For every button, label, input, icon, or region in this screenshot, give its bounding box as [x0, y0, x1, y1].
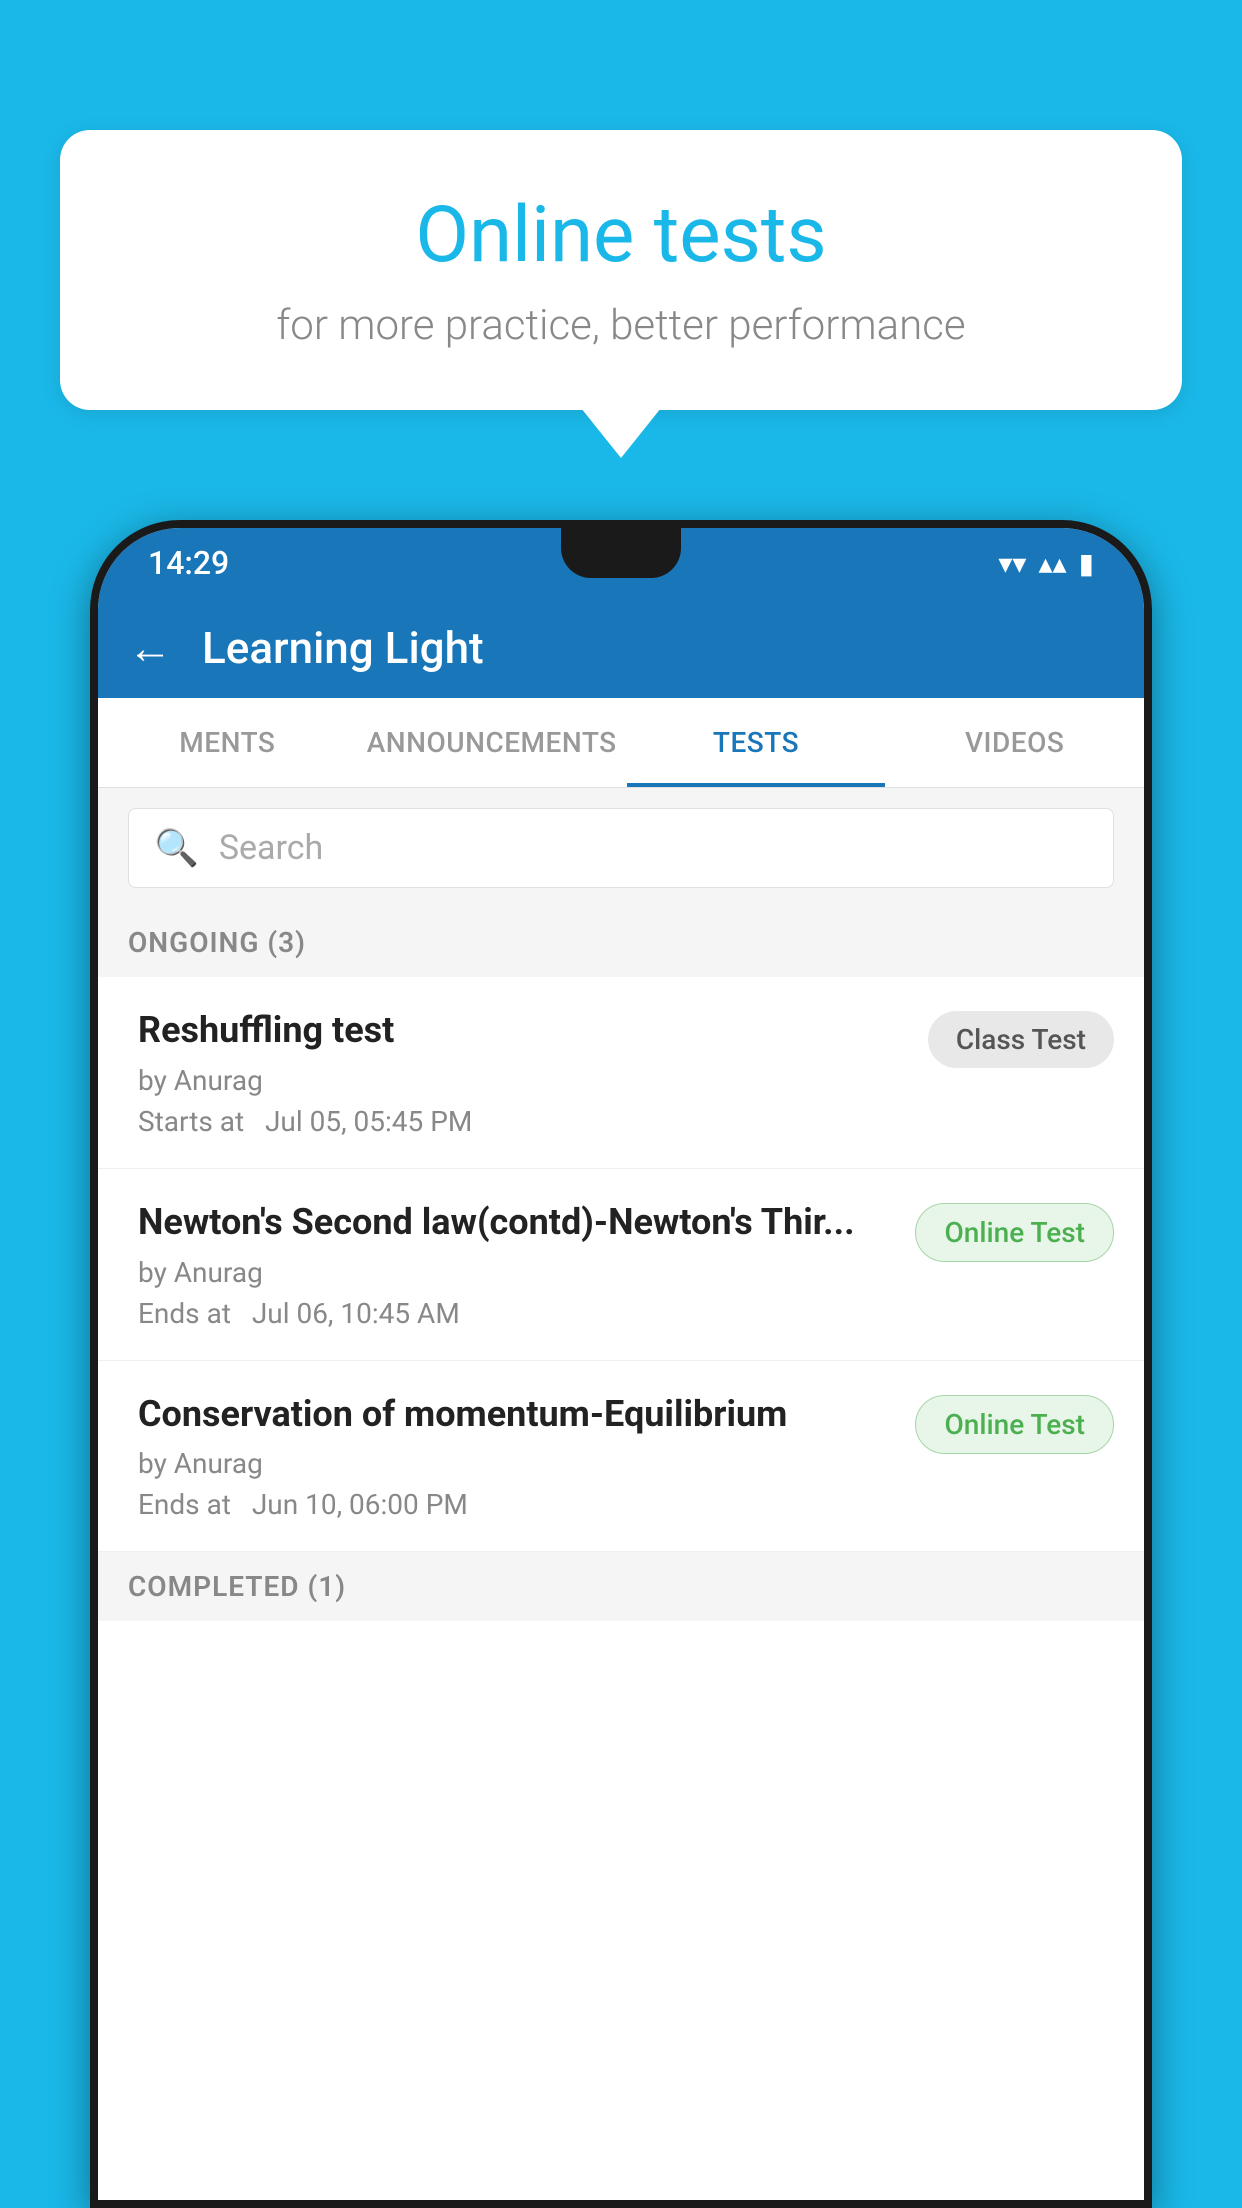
- test-item-3-time: Ends at Jun 10, 06:00 PM: [138, 1488, 895, 1521]
- speech-bubble-arrow: [581, 408, 661, 458]
- test-item-2-info: Newton's Second law(contd)-Newton's Thir…: [138, 1199, 895, 1330]
- test-item-2-time: Ends at Jul 06, 10:45 AM: [138, 1297, 895, 1330]
- test-item-1-title: Reshuffling test: [138, 1007, 908, 1054]
- search-container: 🔍 Search: [98, 788, 1144, 908]
- test-item-1-info: Reshuffling test by Anurag Starts at Jul…: [138, 1007, 908, 1138]
- phone-notch: [561, 528, 681, 578]
- test-item-2-time-label: Ends at: [138, 1297, 231, 1330]
- test-item-2-author: by Anurag: [138, 1256, 895, 1289]
- speech-bubble-title: Online tests: [140, 190, 1102, 281]
- wifi-icon: ▾▾: [998, 547, 1026, 580]
- speech-bubble-subtitle: for more practice, better performance: [140, 301, 1102, 350]
- status-icons: ▾▾ ▴▴ ▮: [998, 547, 1094, 580]
- app-title: Learning Light: [202, 622, 484, 674]
- speech-bubble-container: Online tests for more practice, better p…: [60, 130, 1182, 458]
- tab-ments[interactable]: MENTS: [98, 698, 357, 787]
- test-item-2-time-value: Jul 06, 10:45 AM: [252, 1297, 460, 1330]
- phone-frame: 14:29 ▾▾ ▴▴ ▮ ← Learning Light MENTS ANN…: [90, 520, 1152, 2208]
- test-item-3-title: Conservation of momentum-Equilibrium: [138, 1391, 895, 1438]
- tabs-container: MENTS ANNOUNCEMENTS TESTS VIDEOS: [98, 698, 1144, 788]
- test-item-2[interactable]: Newton's Second law(contd)-Newton's Thir…: [98, 1169, 1144, 1361]
- test-item-1-time: Starts at Jul 05, 05:45 PM: [138, 1105, 908, 1138]
- app-header: ← Learning Light: [98, 598, 1144, 698]
- test-item-1-author: by Anurag: [138, 1064, 908, 1097]
- test-item-1-badge: Class Test: [928, 1011, 1114, 1068]
- test-item-3-info: Conservation of momentum-Equilibrium by …: [138, 1391, 895, 1522]
- test-item-3-time-label: Ends at: [138, 1488, 231, 1521]
- speech-bubble: Online tests for more practice, better p…: [60, 130, 1182, 410]
- completed-section-header: COMPLETED (1): [98, 1552, 1144, 1621]
- test-item-1[interactable]: Reshuffling test by Anurag Starts at Jul…: [98, 977, 1144, 1169]
- search-input[interactable]: 🔍 Search: [128, 808, 1114, 888]
- test-item-2-badge: Online Test: [915, 1203, 1114, 1262]
- test-item-1-time-label: Starts at: [138, 1105, 244, 1138]
- status-time: 14:29: [148, 544, 229, 582]
- test-item-3-badge: Online Test: [915, 1395, 1114, 1454]
- battery-icon: ▮: [1079, 547, 1094, 580]
- phone-inner: 14:29 ▾▾ ▴▴ ▮ ← Learning Light MENTS ANN…: [98, 528, 1144, 2200]
- search-icon: 🔍: [154, 827, 199, 869]
- signal-icon: ▴▴: [1038, 547, 1066, 580]
- tab-announcements[interactable]: ANNOUNCEMENTS: [357, 698, 627, 787]
- ongoing-section-header: ONGOING (3): [98, 908, 1144, 977]
- test-item-3[interactable]: Conservation of momentum-Equilibrium by …: [98, 1361, 1144, 1553]
- test-item-2-title: Newton's Second law(contd)-Newton's Thir…: [138, 1199, 895, 1246]
- test-item-1-time-value: Jul 05, 05:45 PM: [265, 1105, 472, 1138]
- tab-tests[interactable]: TESTS: [627, 698, 886, 787]
- test-item-3-time-value: Jun 10, 06:00 PM: [252, 1488, 468, 1521]
- search-placeholder: Search: [219, 828, 323, 868]
- back-button[interactable]: ←: [128, 622, 172, 674]
- test-item-3-author: by Anurag: [138, 1447, 895, 1480]
- tab-videos[interactable]: VIDEOS: [885, 698, 1144, 787]
